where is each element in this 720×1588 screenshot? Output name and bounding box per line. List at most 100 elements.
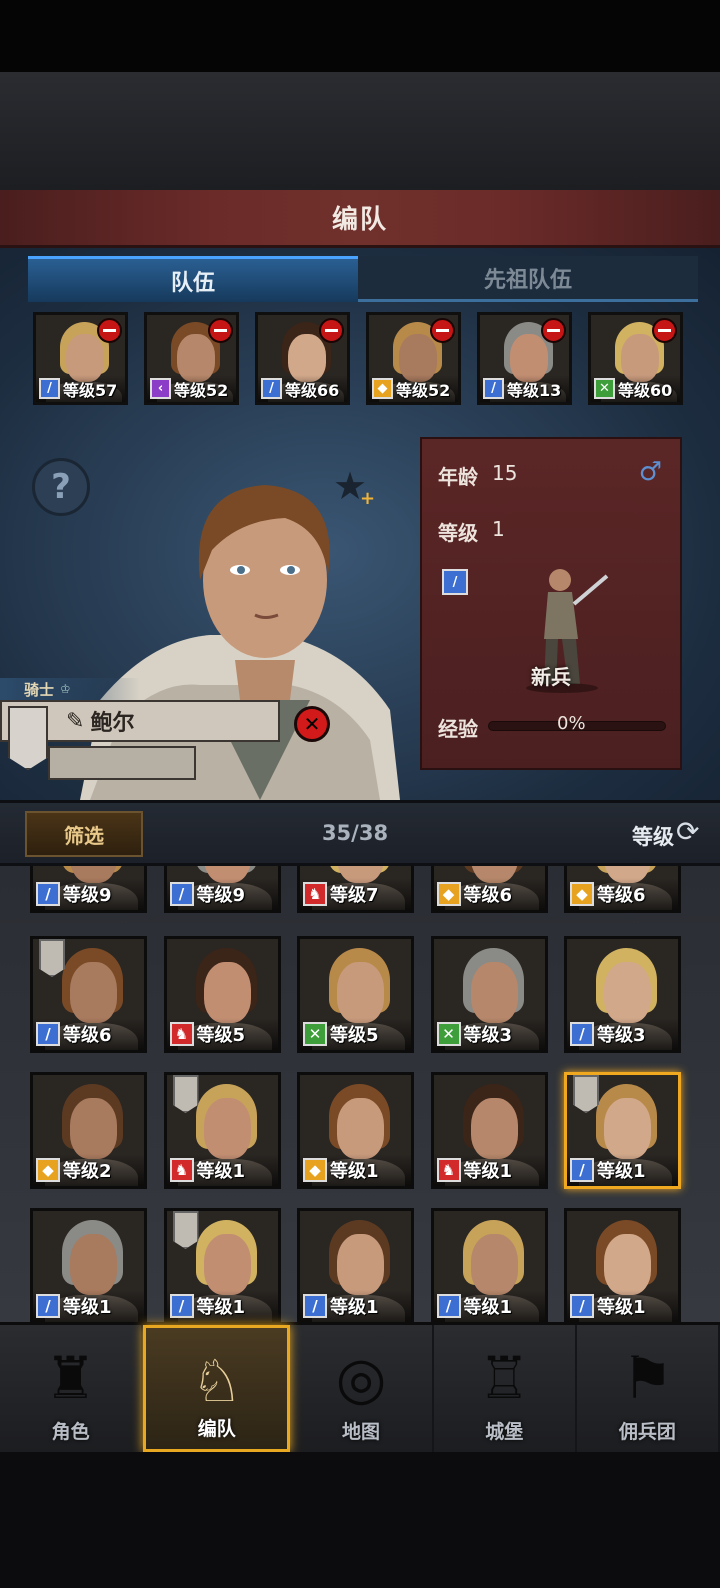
remove-icon[interactable] <box>97 318 122 343</box>
sword-icon: / <box>442 569 468 595</box>
name-plate-underlay <box>48 746 196 780</box>
roster-slot[interactable]: / 等级1 <box>564 1208 681 1322</box>
nav-compass[interactable]: ◎ 地图 <box>290 1325 434 1452</box>
knight-icon: ♜ <box>44 1344 97 1412</box>
level-label: 等级13 <box>507 380 562 400</box>
team-slot[interactable]: ✕ 等级60 <box>588 312 683 405</box>
roster-slot[interactable]: / 等级9 <box>163 866 281 913</box>
sort-label[interactable]: 等级 <box>632 821 674 851</box>
refresh-icon[interactable]: ⟳ <box>676 817 706 847</box>
level-label: 等级60 <box>618 380 673 400</box>
remove-icon[interactable] <box>319 318 344 343</box>
bow-icon: ✕ <box>303 1022 327 1046</box>
level-label: 等级1 <box>63 1297 112 1318</box>
nav-castle[interactable]: ♖ 城堡 <box>434 1325 577 1452</box>
level-label: 等级1 <box>196 1161 246 1182</box>
level-label: 等级6 <box>597 885 646 906</box>
roster-slot[interactable]: ◆ 等级6 <box>430 866 548 913</box>
roster-slot[interactable]: / 等级1 <box>430 1208 548 1322</box>
roster-slot[interactable]: / 等级1 <box>163 1208 281 1322</box>
shield-icon: ◆ <box>372 378 393 399</box>
game-screen: 编队 队伍 先祖队伍 / 等级57 ‹ 等级52/等级66 ◆ 等级52/等级13 ✕ 等级6… <box>0 0 720 1588</box>
team-slot[interactable]: / 等级57 <box>33 312 128 405</box>
level-bar: ✕ 等级5 <box>300 1018 411 1050</box>
face <box>203 1234 251 1296</box>
shield-icon: ◆ <box>436 882 461 906</box>
nav-banner[interactable]: ⚑ 佣兵团 <box>577 1325 720 1452</box>
remove-icon[interactable] <box>541 318 566 343</box>
remove-icon[interactable] <box>652 318 677 343</box>
rename-icon[interactable]: ✎ <box>66 709 84 734</box>
unit-info-card: 年龄 15 ♂ 等级 1 / 新兵 经验 0% <box>420 437 682 770</box>
compass-icon: ◎ <box>335 1344 387 1412</box>
roster-slot[interactable]: / 等级1 <box>30 1208 147 1322</box>
sword-icon: / <box>436 1294 461 1318</box>
roster-slot[interactable]: / 等级3 <box>564 936 681 1053</box>
remove-hero-button[interactable]: ✕ <box>294 706 330 742</box>
bow-icon: ✕ <box>594 378 615 399</box>
title-badge: 骑士 ♔ <box>0 678 140 700</box>
tab-team[interactable]: 队伍 <box>28 256 358 302</box>
level-label: 等级3 <box>463 1025 513 1046</box>
face <box>337 962 385 1024</box>
level-label: 等级1 <box>463 1161 513 1182</box>
face <box>470 962 518 1024</box>
remove-icon[interactable] <box>208 318 233 343</box>
roster-slot[interactable]: ◆ 等级6 <box>564 866 681 913</box>
roster-slot[interactable]: ♞ 等级7 <box>297 866 414 913</box>
team-slot[interactable]: ‹ 等级52 <box>144 312 239 405</box>
exp-value: 0% <box>557 713 586 734</box>
filter-button[interactable]: 筛选 <box>25 811 143 857</box>
level-label: 等级9 <box>196 885 246 906</box>
hero-name: 鲍尔 <box>90 711 135 736</box>
filter-bar: 筛选 35/38 等级 ⟳ <box>0 800 720 866</box>
horse-icon: ♞ <box>169 1022 194 1046</box>
bow-icon: ✕ <box>436 1022 461 1046</box>
roster-count: 35/38 <box>321 821 389 845</box>
roster-slot[interactable]: / 等级1 <box>564 1072 681 1189</box>
roster-grid[interactable]: / 等级9/等级9 ♞ 等级7 ◆ 等级6 ◆ 等级6/等级6 ♞ 等级5 ✕ 等级5 ✕ 等级3/等级3… <box>0 866 720 1322</box>
roster-slot[interactable]: ✕ 等级3 <box>430 936 548 1053</box>
roster-slot[interactable]: ◆ 等级1 <box>297 1072 414 1189</box>
nav-knight[interactable]: ♜ 角色 <box>0 1325 144 1452</box>
shield-icon: ◆ <box>303 1158 327 1182</box>
banner-icon <box>8 706 48 770</box>
roster-slot[interactable]: ♞ 等级5 <box>163 936 281 1053</box>
sword-icon: / <box>169 1294 194 1318</box>
level-label: 等级9 <box>63 885 112 906</box>
flag-icon <box>172 1211 199 1249</box>
roster-slot[interactable]: ✕ 等级5 <box>297 936 414 1053</box>
level-label: 等级52 <box>396 380 451 400</box>
team-slot[interactable]: ◆ 等级52 <box>366 312 461 405</box>
level-label: 等级1 <box>463 1297 513 1318</box>
level-label: 等级2 <box>63 1161 112 1182</box>
sword-icon: / <box>570 1158 594 1182</box>
shield-icon: ◆ <box>570 882 594 906</box>
nav-helmet[interactable]: ♘ 编队 <box>143 1325 291 1452</box>
level-label: 等级3 <box>597 1025 646 1046</box>
roster-slot[interactable]: ◆ 等级2 <box>30 1072 147 1189</box>
roster-slot[interactable]: / 等级1 <box>297 1208 414 1322</box>
face <box>604 1098 652 1160</box>
tab-ancestor-team[interactable]: 先祖队伍 <box>358 256 698 302</box>
roster-slot[interactable]: ♞ 等级1 <box>163 1072 281 1189</box>
team-slot[interactable]: / 等级66 <box>255 312 350 405</box>
level-bar: ✕ 等级60 <box>591 375 680 402</box>
level-bar: / 等级3 <box>567 1018 678 1050</box>
staff-icon: ‹ <box>150 378 171 399</box>
remove-icon[interactable] <box>430 318 455 343</box>
roster-slot[interactable]: / 等级9 <box>30 866 147 913</box>
roster-slot[interactable]: / 等级6 <box>30 936 147 1053</box>
face <box>337 1234 385 1296</box>
title-label: 骑士 <box>24 680 55 699</box>
face <box>604 1234 652 1296</box>
level-value: 1 <box>492 517 505 541</box>
roster-slot[interactable]: ♞ 等级1 <box>430 1072 548 1189</box>
page-title: 编队 <box>331 205 388 235</box>
level-label: 等级1 <box>196 1297 246 1318</box>
nav-label: 角色 <box>51 1421 90 1443</box>
team-slot[interactable]: / 等级13 <box>477 312 572 405</box>
level-bar: ♞ 等级7 <box>300 878 411 910</box>
sword-icon: / <box>483 378 504 399</box>
level-label: 等级1 <box>330 1297 379 1318</box>
